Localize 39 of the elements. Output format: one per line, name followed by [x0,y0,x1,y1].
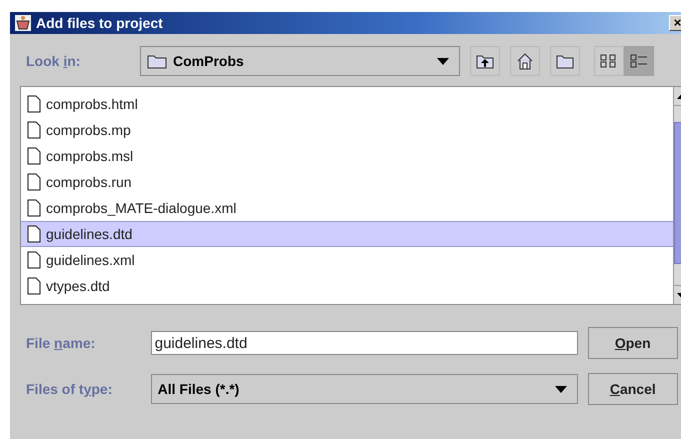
folder-up-icon [476,53,494,69]
open-button[interactable]: Open [588,327,678,359]
look-in-dropdown[interactable]: ComProbs [140,46,460,76]
toolbar-button[interactable] [550,46,580,76]
file-icon [27,95,41,113]
home-icon [516,52,534,70]
close-button[interactable]: × [669,15,681,31]
file-type-label: Files of type: [26,381,114,397]
caret-icon [437,58,449,64]
file-icon [27,199,41,217]
file-name-field[interactable]: guidelines.dtd [150,331,578,355]
folder-icon [556,54,574,68]
toolbar-button[interactable] [510,46,540,76]
file-item[interactable]: vtypes.dtd [21,273,673,299]
file-type-dropdown[interactable]: All Files (*.*) [150,374,578,404]
app-icon [14,14,32,32]
file-item[interactable]: comprobs.mp [21,117,673,143]
file-icon [27,173,41,191]
file-icon [27,121,41,139]
file-item[interactable]: guidelines.xml [21,247,673,273]
file-name-label: File name: [26,335,96,351]
file-item[interactable]: comprobs.run [21,169,673,195]
folder-icon [147,53,167,69]
file-icon [27,225,41,243]
file-item[interactable]: comprobs.html [21,91,673,117]
caret-icon [554,386,567,392]
details-view-icon [630,53,648,69]
file-item[interactable]: guidelines.dtd [21,221,673,247]
cancel-button[interactable]: Cancel [588,373,678,405]
file-item[interactable]: comprobs.msl [21,143,673,169]
look-in-label: Look in: [26,53,82,69]
toolbar-button[interactable] [470,46,500,76]
file-icon [27,147,41,165]
file-icon [27,277,41,295]
file-icon [27,251,41,269]
window-title: Add files to project [36,15,164,31]
list-view-icon [600,53,618,69]
file-item[interactable]: comprobs_MATE-dialogue.xml [21,195,673,221]
toolbar-button[interactable] [594,46,624,76]
